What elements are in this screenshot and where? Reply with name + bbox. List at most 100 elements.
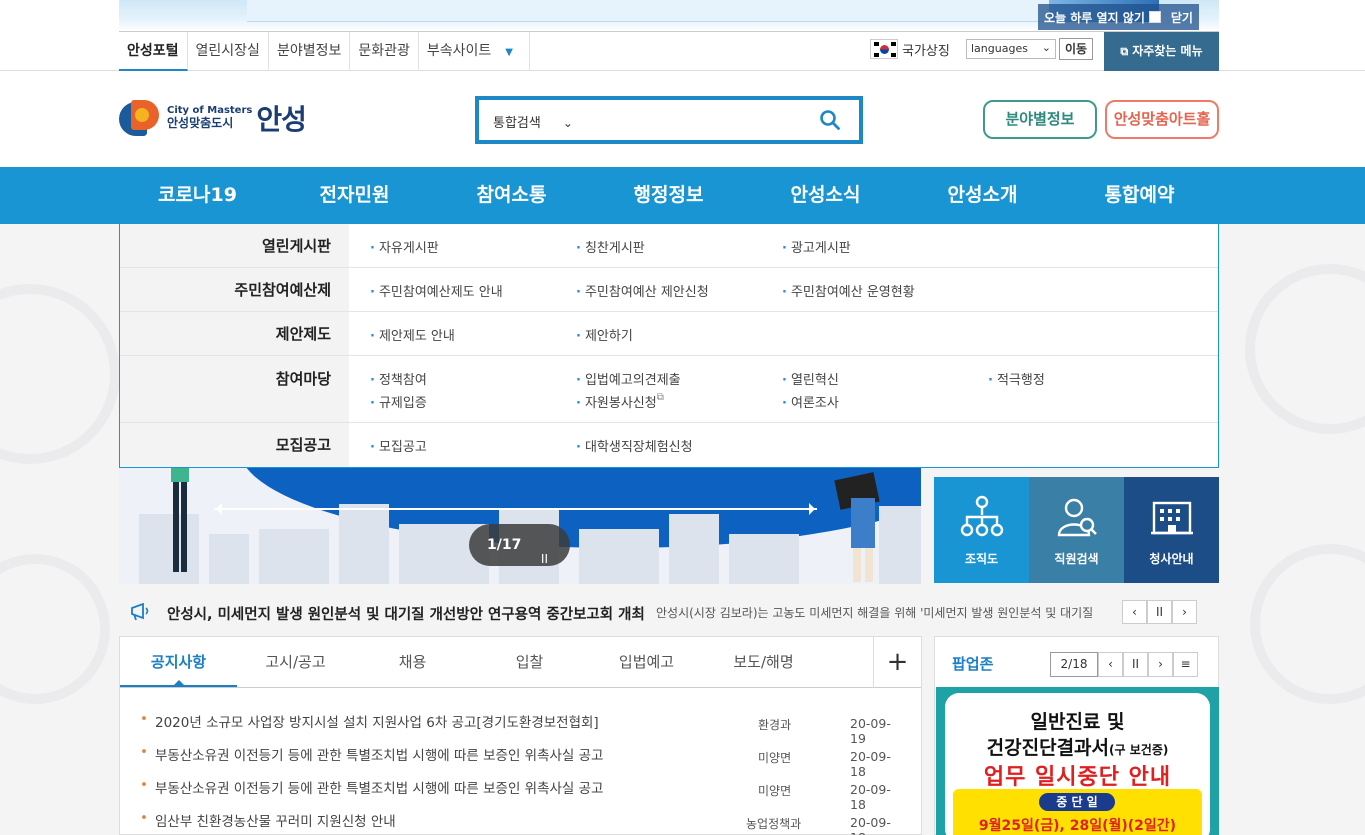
pause-icon[interactable]: II <box>541 538 548 580</box>
search-scope-select[interactable]: 통합검색 ⌄ <box>493 112 573 131</box>
main-navigation: 코로나19 전자민원 참여소통 행정정보 안성소식 안성소개 통합예약 <box>0 167 1365 224</box>
table-row[interactable]: • 부동산소유권 이전등기 등에 관한 특별조치법 시행에 따른 보증인 위촉사… <box>140 777 902 812</box>
menu-group-open-board: 열린게시판 자유게시판 칭찬게시판 광고게시판 <box>120 224 1218 268</box>
site-header: City of Masters 안성맞춤도시 안성 통합검색 ⌄ 분야별정보 안성… <box>0 72 1365 167</box>
top-popup-close-button[interactable]: 닫기 <box>1171 9 1193 26</box>
banner-building <box>209 534 249 584</box>
nav-about-anseong[interactable]: 안성소개 <box>904 167 1061 224</box>
ticker-headline[interactable]: 안성시, 미세먼지 발생 원인분석 및 대기질 개선방안 연구용역 중간보고회 … <box>167 603 645 624</box>
nav-anseong-news[interactable]: 안성소식 <box>747 167 904 224</box>
popup-list-button[interactable]: ≡ <box>1173 652 1198 677</box>
popup-zone-counter: 2/18 <box>1050 652 1098 677</box>
menu-link[interactable]: 대학생직장체험신청 <box>576 436 693 455</box>
menu-link[interactable]: 자유게시판 <box>370 237 439 256</box>
art-hall-button[interactable]: 안성맞춤아트홀 <box>1105 100 1219 139</box>
quick-link-staff-search[interactable]: 직원검색 <box>1029 477 1124 583</box>
menu-link[interactable]: 주민참여예산제도 안내 <box>370 281 503 300</box>
notice-title: 임산부 친환경농산물 꾸러미 지원신청 안내 <box>155 814 396 830</box>
popup-pause-button[interactable]: II <box>1123 652 1148 677</box>
megaphone-icon <box>131 602 149 621</box>
menu-link[interactable]: 정책참여 <box>370 369 427 388</box>
menu-link[interactable]: 여론조사 <box>782 392 839 411</box>
menu-group-title[interactable]: 주민참여예산제 <box>120 268 349 311</box>
favorites-menu-button[interactable]: ⧉ 자주찾는 메뉴 <box>1104 32 1219 71</box>
popup-prev-button[interactable]: ‹ <box>1098 652 1123 677</box>
quick-link-label: 직원검색 <box>1054 552 1099 566</box>
quick-link-org-chart[interactable]: 조직도 <box>934 477 1029 583</box>
menu-link[interactable]: 규제입증 <box>370 392 427 411</box>
table-row[interactable]: • 임산부 친환경농산물 꾸러미 지원신청 안내 농업정책과 20-09-18 <box>140 810 902 835</box>
banner-counter: 1/17 <box>487 537 522 553</box>
menu-link[interactable]: 칭찬게시판 <box>576 237 645 256</box>
search-icon[interactable] <box>819 109 841 131</box>
national-symbol-link[interactable]: 국가상징 <box>870 39 950 59</box>
ticker-summary[interactable]: 안성시(시장 김보라)는 고농도 미세먼지 해결을 위해 '미세먼지 발생 원인… <box>656 604 1110 621</box>
tab-bidding[interactable]: 입찰 <box>471 637 588 687</box>
new-window-icon: ⧉ <box>656 392 664 403</box>
menu-link[interactable]: 광고게시판 <box>782 237 851 256</box>
popup-pill: 중 단 일 <box>1039 793 1115 811</box>
menu-link[interactable]: 제안하기 <box>576 325 633 344</box>
banner-person-right <box>834 468 882 584</box>
tab-open-mayor-office[interactable]: 열린시장실 <box>188 32 269 71</box>
tab-culture-tourism[interactable]: 문화관광 <box>350 32 419 71</box>
building-icon <box>1150 501 1193 535</box>
ticker-next-button[interactable]: › <box>1172 600 1197 624</box>
dont-open-today-label[interactable]: 오늘 하루 열지 않기 <box>1044 9 1145 26</box>
affiliated-sites-label: 부속사이트 <box>426 43 492 59</box>
menu-link[interactable]: 열린혁신 <box>782 369 839 388</box>
nav-covid19[interactable]: 코로나19 <box>119 167 276 224</box>
banner-building <box>259 529 329 584</box>
dont-open-today-checkbox[interactable] <box>1148 11 1161 23</box>
ticker-pause-button[interactable]: II <box>1147 600 1172 624</box>
popup-image[interactable]: 일반진료 및 건강진단결과서(구 보건증) 업무 일시중단 안내 중 단 일 9… <box>936 687 1219 835</box>
window-icon: ⧉ <box>1120 45 1129 58</box>
popup-next-button[interactable]: › <box>1148 652 1173 677</box>
more-notices-button[interactable]: + <box>873 637 921 688</box>
banner-building <box>669 514 719 584</box>
quick-link-building-guide[interactable]: 청사안내 <box>1124 477 1219 583</box>
org-chart-icon <box>960 495 1003 537</box>
popup-line4: 9월25일(금), 28일(월)(2일간) <box>978 818 1177 834</box>
anseong-logo-icon <box>119 98 161 138</box>
tab-anseong-portal[interactable]: 안성포털 <box>119 32 188 71</box>
menu-link[interactable]: 입법예고의견제출 <box>576 369 681 388</box>
menu-group-title[interactable]: 제안제도 <box>120 312 349 355</box>
language-go-button[interactable]: 이동 <box>1059 38 1093 60</box>
nav-participation[interactable]: 참여소통 <box>433 167 590 224</box>
menu-link-label: 자원봉사신청 <box>584 396 657 411</box>
bullet-icon: • <box>140 810 148 826</box>
nav-integrated-reservation[interactable]: 통합예약 <box>1061 167 1218 224</box>
menu-group-title[interactable]: 모집공고 <box>120 423 349 467</box>
menu-link[interactable]: 적극행정 <box>988 369 1045 388</box>
menu-group-title[interactable]: 열린게시판 <box>120 224 349 267</box>
popup-line2-note: (구 보건증) <box>1109 743 1169 757</box>
notice-date: 20-09-18 <box>850 749 891 779</box>
tab-field-info[interactable]: 분야별정보 <box>269 32 351 71</box>
popup-line2: 건강진단결과서(구 보건증) <box>945 733 1210 760</box>
menu-group-title[interactable]: 참여마당 <box>120 356 349 422</box>
tab-announcements[interactable]: 고시/공고 <box>237 637 354 687</box>
tab-press-releases[interactable]: 보도/해명 <box>705 637 822 687</box>
notice-dept: 미양면 <box>758 784 792 798</box>
favorites-menu-label: 자주찾는 메뉴 <box>1132 44 1203 58</box>
tab-affiliated-sites[interactable]: 부속사이트 ▼ <box>419 32 530 71</box>
field-info-button[interactable]: 분야별정보 <box>983 100 1097 139</box>
menu-link[interactable]: 제안제도 안내 <box>370 325 455 344</box>
site-logo[interactable]: City of Masters 안성맞춤도시 안성 <box>119 98 307 138</box>
language-select[interactable]: languages ⌄ <box>966 39 1056 59</box>
nav-admin-info[interactable]: 행정정보 <box>590 167 747 224</box>
tab-recruitment[interactable]: 채용 <box>354 637 471 687</box>
tab-notices[interactable]: 공지사항 <box>120 637 237 687</box>
menu-link[interactable]: 주민참여예산 제안신청 <box>576 281 709 300</box>
menu-link[interactable]: 주민참여예산 운영현황 <box>782 281 915 300</box>
nav-e-civil-service[interactable]: 전자민원 <box>276 167 433 224</box>
table-row[interactable]: • 2020년 소규모 사업장 방지시설 설치 지원사업 6차 공고[경기도환경… <box>140 711 902 746</box>
menu-link-volunteer[interactable]: 자원봉사신청⧉ <box>576 392 664 411</box>
tab-legislative-notice[interactable]: 입법예고 <box>588 637 705 687</box>
banner-building <box>579 529 659 584</box>
table-row[interactable]: • 부동산소유권 이전등기 등에 관한 특별조치법 시행에 따른 보증인 위촉사… <box>140 744 902 779</box>
ticker-prev-button[interactable]: ‹ <box>1122 600 1147 624</box>
menu-link[interactable]: 모집공고 <box>370 436 427 455</box>
top-popup-strip: 오늘 하루 열지 않기 닫기 <box>0 0 1365 32</box>
